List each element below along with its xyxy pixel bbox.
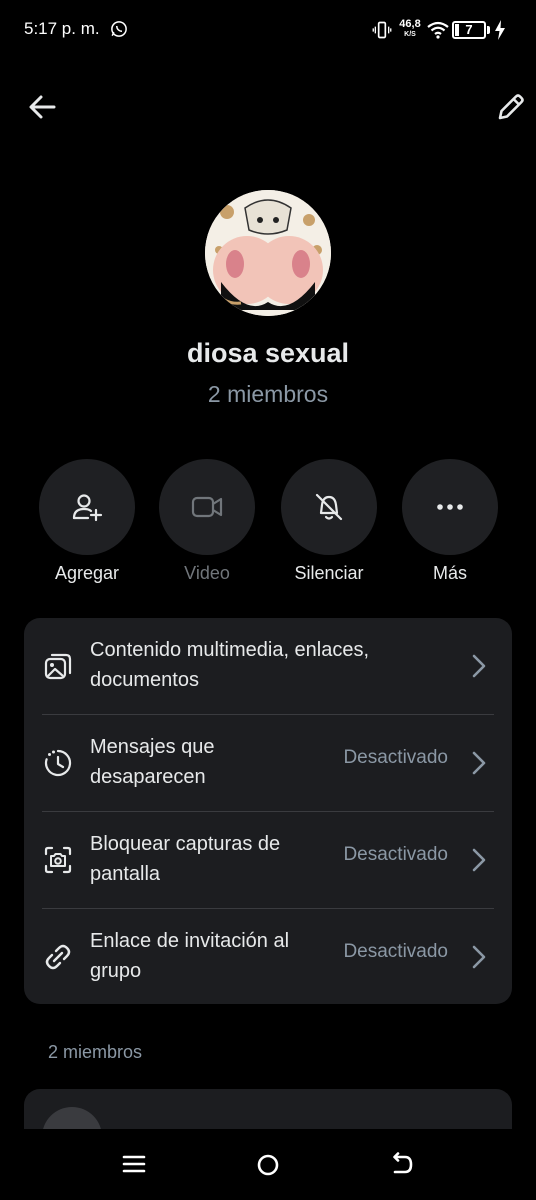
- pencil-icon: [498, 94, 524, 120]
- mute-label: Silenciar: [294, 563, 364, 583]
- system-back-icon[interactable]: [389, 1152, 415, 1178]
- video-call-circle[interactable]: [159, 459, 255, 555]
- vibrate-icon: [372, 21, 392, 39]
- add-member-avatar[interactable]: [42, 1107, 102, 1129]
- block-screenshots-title: Bloquear capturas de pantalla: [90, 833, 281, 885]
- more-circle[interactable]: [402, 459, 498, 555]
- wifi-icon: [427, 21, 449, 39]
- more-button[interactable]: Más: [400, 459, 500, 584]
- video-icon: [191, 496, 223, 518]
- add-member-label: Agregar: [54, 563, 120, 583]
- network-speed: 46,8 K/S: [399, 18, 421, 39]
- back-button[interactable]: [26, 90, 60, 124]
- edit-button[interactable]: [494, 90, 528, 124]
- timer-icon: [44, 749, 72, 777]
- block-screenshots-row[interactable]: Bloquear capturas de pantalla Desactivad…: [24, 812, 512, 909]
- chevron-right-icon: [472, 945, 486, 969]
- invite-link-row[interactable]: Enlace de invitación al grupo Desactivad…: [24, 909, 512, 1006]
- arrow-left-icon: [29, 95, 56, 119]
- add-person-icon: [72, 494, 103, 522]
- system-nav-bar: [0, 1129, 536, 1200]
- bell-off-icon: [315, 493, 343, 521]
- home-icon[interactable]: [256, 1153, 280, 1177]
- block-screenshots-value: Desactivado: [343, 844, 448, 865]
- status-bar: 5:17 p. m. 46,8 K/S 7: [0, 0, 536, 60]
- charging-bolt-icon: [495, 20, 505, 40]
- invite-link-value: Desactivado: [343, 941, 448, 962]
- group-avatar[interactable]: [205, 190, 331, 316]
- disappearing-messages-title: Mensajes que desaparecen: [90, 736, 215, 788]
- disappearing-messages-row[interactable]: Mensajes que desaparecen Desactivado: [24, 715, 512, 812]
- video-call-button[interactable]: Video: [157, 459, 257, 584]
- disappearing-messages-value: Desactivado: [343, 747, 448, 768]
- mute-circle[interactable]: [281, 459, 377, 555]
- invite-link-title: Enlace de invitación al grupo: [90, 930, 290, 982]
- media-links-docs-row[interactable]: Contenido multimedia, enlaces, documento…: [24, 618, 512, 715]
- chevron-right-icon: [472, 654, 486, 678]
- whatsapp-icon: [111, 21, 127, 37]
- chevron-right-icon: [472, 751, 486, 775]
- members-list-card: [24, 1089, 512, 1129]
- add-member-button[interactable]: Agregar: [37, 459, 137, 584]
- video-call-label: Video: [184, 563, 230, 583]
- chevron-right-icon: [472, 848, 486, 872]
- media-icon: [44, 653, 72, 680]
- more-label: Más: [432, 563, 467, 583]
- screenshot-camera-icon: [44, 846, 72, 874]
- link-icon: [45, 944, 71, 970]
- group-settings-card: Contenido multimedia, enlaces, documento…: [24, 618, 512, 1004]
- battery-level: 7: [465, 22, 473, 37]
- add-member-circle[interactable]: [39, 459, 135, 555]
- mute-button[interactable]: Silenciar: [279, 459, 379, 584]
- battery-indicator: 7: [452, 21, 486, 39]
- media-links-docs-title: Contenido multimedia, enlaces, documento…: [90, 639, 370, 691]
- status-time: 5:17 p. m.: [24, 19, 100, 38]
- group-avatar-image: [205, 190, 331, 316]
- group-name: diosa sexual: [186, 338, 350, 368]
- members-section-label: 2 miembros: [48, 1042, 143, 1062]
- recent-apps-icon[interactable]: [122, 1154, 146, 1174]
- group-member-count: 2 miembros: [207, 381, 329, 407]
- battery-cap: [487, 26, 490, 34]
- more-dots-icon: [437, 504, 463, 510]
